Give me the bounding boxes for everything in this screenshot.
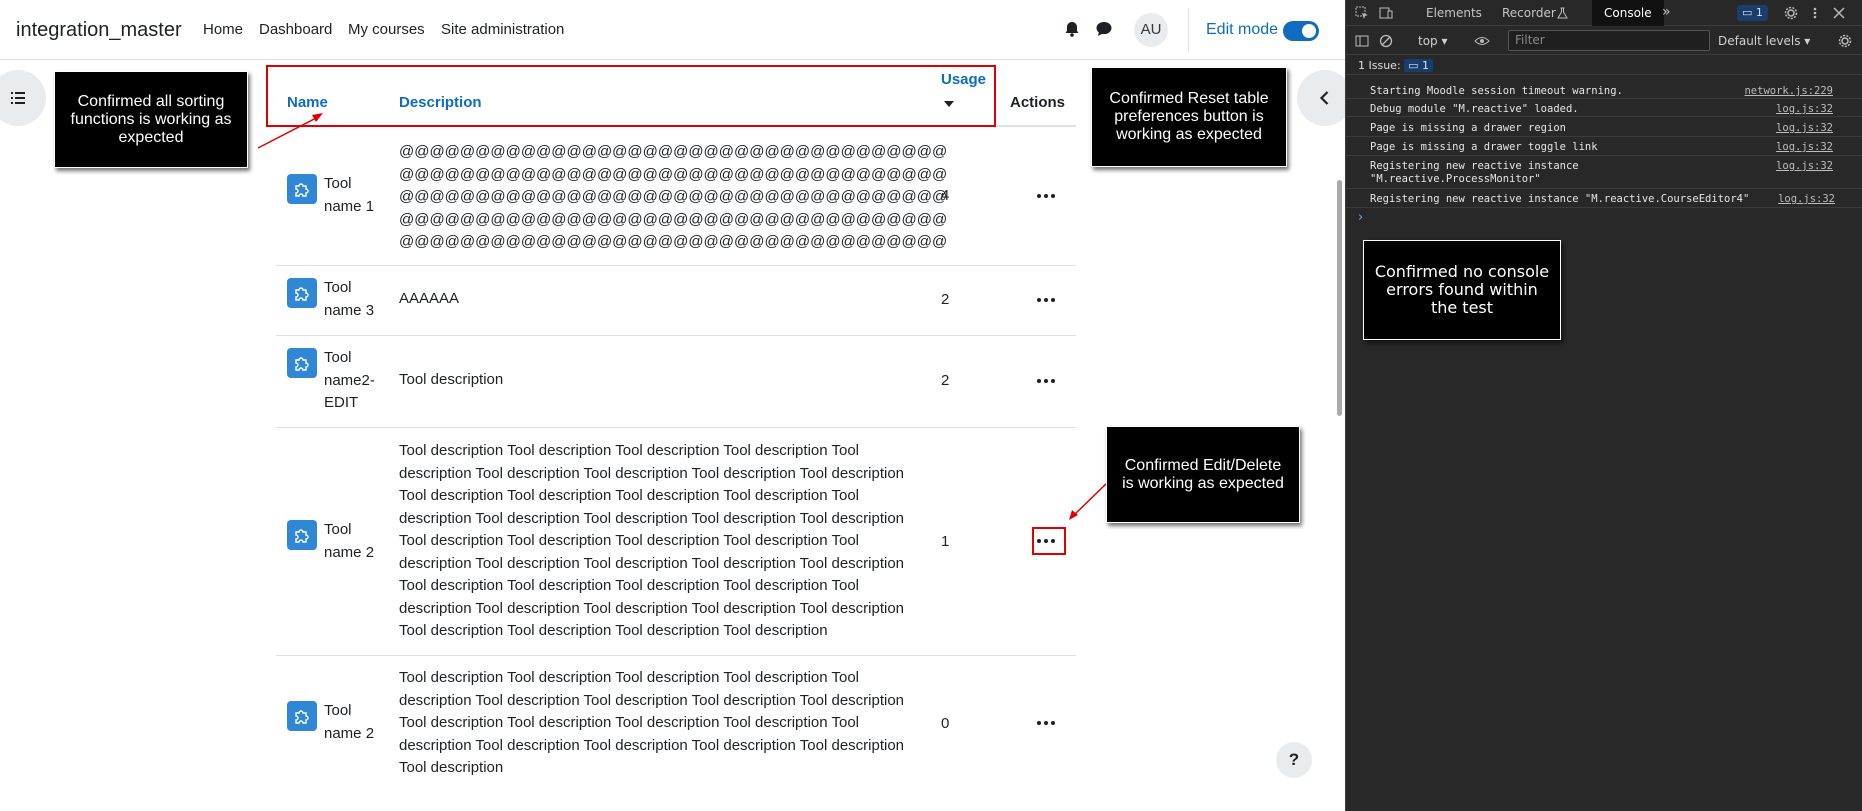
nav-home[interactable]: Home	[203, 21, 243, 38]
actions-menu-button[interactable]	[1034, 188, 1058, 204]
console-source-link[interactable]: log.js:32	[1778, 193, 1835, 205]
device-toolbar-icon[interactable]	[1379, 6, 1393, 20]
console-settings-icon[interactable]	[1838, 34, 1852, 48]
tab-console[interactable]: Console	[1592, 0, 1664, 26]
kebab-menu-icon[interactable]	[1808, 6, 1822, 20]
console-message: Page is missing a drawer toggle link log…	[1346, 138, 1862, 156]
nav-dashboard[interactable]: Dashboard	[259, 21, 332, 38]
annotation-sorting: Confirmed all sorting functions is worki…	[54, 71, 248, 168]
edit-mode-toggle[interactable]	[1283, 21, 1319, 41]
live-expression-eye-icon[interactable]	[1474, 34, 1490, 48]
tool-name: Tool name 2	[324, 521, 375, 561]
row-divider	[276, 265, 1076, 266]
tool-icon	[287, 701, 317, 731]
actions-menu-button[interactable]	[1034, 715, 1058, 731]
console-message: Registering new reactive instance "M.rea…	[1346, 190, 1862, 208]
devtools-panel: Elements Recorder Console » ▭ 1 top ▾ Fi…	[1345, 0, 1862, 811]
block-drawer-button[interactable]	[1297, 70, 1345, 126]
inspect-element-icon[interactable]	[1355, 6, 1369, 20]
sidebar-toggle-icon[interactable]	[1355, 34, 1369, 48]
help-button[interactable]: ?	[1276, 742, 1312, 778]
tool-icon	[287, 348, 317, 378]
devtools-tabbar: Elements Recorder Console » ▭ 1	[1346, 0, 1862, 26]
moodle-page: integration_master Home Dashboard My cou…	[0, 0, 1345, 811]
tool-usage: 1	[941, 533, 950, 550]
console-message: Page is missing a drawer region log.js:3…	[1346, 119, 1862, 137]
tool-description: Tool description Tool description Tool d…	[399, 442, 905, 639]
console-source-link[interactable]: log.js:32	[1776, 122, 1833, 134]
tool-usage: 4	[941, 187, 950, 204]
log-levels-dropdown[interactable]: Default levels ▾	[1718, 34, 1810, 48]
tool-usage: 2	[941, 372, 950, 389]
row-divider	[276, 655, 1076, 656]
bell-icon[interactable]	[1062, 19, 1082, 39]
tool-description: @@@@@@@@@@@@@@@@@@@@@@@@@@@@@@@@@@@@ @@@…	[399, 143, 948, 250]
navbar-divider	[1188, 8, 1189, 52]
tool-name: Tool name 3	[324, 279, 375, 319]
tool-description: Tool description	[399, 371, 504, 388]
console-source-link[interactable]: log.js:32	[1776, 141, 1833, 153]
console-message: Starting Moodle session timeout warning.…	[1346, 82, 1862, 99]
chevron-left-icon	[1319, 91, 1329, 105]
puzzle-icon	[295, 710, 309, 724]
gear-icon[interactable]	[1784, 6, 1798, 20]
tool-icon	[287, 520, 317, 550]
tool-name: Tool name 2	[324, 702, 375, 742]
actions-menu-button[interactable]	[1034, 292, 1058, 308]
console-source-link[interactable]: log.js:32	[1776, 160, 1833, 172]
console-message: Registering new reactive instance "M.rea…	[1346, 157, 1862, 189]
console-source-link[interactable]: log.js:32	[1776, 103, 1833, 115]
annotation-highlight-headers	[266, 65, 996, 127]
issues-bar[interactable]: 1 Issue: ▭ 1	[1346, 56, 1862, 75]
console-toolbar: top ▾ Filter Default levels ▾	[1346, 27, 1862, 55]
tool-description: AAAAAA	[399, 290, 460, 307]
annotation-reset: Confirmed Reset table preferences button…	[1091, 67, 1287, 167]
console-filter-input[interactable]: Filter	[1508, 30, 1710, 51]
close-icon[interactable]	[1832, 6, 1846, 20]
column-header-actions: Actions	[1010, 94, 1066, 111]
top-navbar: integration_master Home Dashboard My cou…	[0, 0, 1345, 60]
row-divider	[276, 335, 1076, 336]
clear-console-icon[interactable]	[1379, 34, 1393, 48]
messages-icon[interactable]	[1094, 19, 1114, 39]
site-brand[interactable]: integration_master	[16, 19, 182, 42]
row-divider	[276, 427, 1076, 428]
issues-label: 1 Issue: ▭ 1	[1358, 59, 1434, 72]
tool-name: Tool name2- EDIT	[324, 349, 375, 411]
tool-description: Tool description Tool description Tool d…	[399, 669, 905, 776]
tool-usage: 0	[941, 715, 950, 732]
user-avatar[interactable]: AU	[1134, 13, 1168, 47]
annotation-highlight-actions	[1032, 527, 1066, 555]
tab-elements[interactable]: Elements	[1426, 6, 1482, 20]
issues-badge[interactable]: ▭ 1	[1737, 5, 1768, 21]
nav-site-administration[interactable]: Site administration	[441, 21, 564, 38]
annotation-edit-delete: Confirmed Edit/Delete is working as expe…	[1106, 426, 1300, 523]
annotation-console: Confirmed no console errors found within…	[1363, 240, 1561, 340]
console-source-link[interactable]: network.js:229	[1744, 85, 1833, 97]
flask-icon	[1557, 7, 1568, 19]
nav-my-courses[interactable]: My courses	[348, 21, 425, 38]
puzzle-icon	[295, 183, 309, 197]
page-scrollbar[interactable]	[1337, 180, 1342, 416]
puzzle-icon	[295, 529, 309, 543]
tool-icon	[287, 278, 317, 308]
tool-usage: 2	[941, 291, 950, 308]
actions-menu-button[interactable]	[1034, 373, 1058, 389]
edit-mode-label: Edit mode	[1206, 21, 1279, 38]
list-icon	[11, 92, 25, 104]
tool-icon	[287, 174, 317, 204]
tab-recorder[interactable]: Recorder	[1502, 6, 1556, 20]
console-message: Debug module "M.reactive" loaded. log.js…	[1346, 100, 1862, 117]
puzzle-icon	[295, 357, 309, 371]
course-index-drawer-button[interactable]	[0, 70, 46, 126]
tool-name: Tool name 1	[324, 175, 375, 215]
more-tabs-icon[interactable]: »	[1662, 4, 1671, 20]
console-prompt-caret[interactable]: ›	[1358, 210, 1363, 225]
context-selector[interactable]: top ▾	[1418, 34, 1448, 48]
puzzle-icon	[295, 287, 309, 301]
